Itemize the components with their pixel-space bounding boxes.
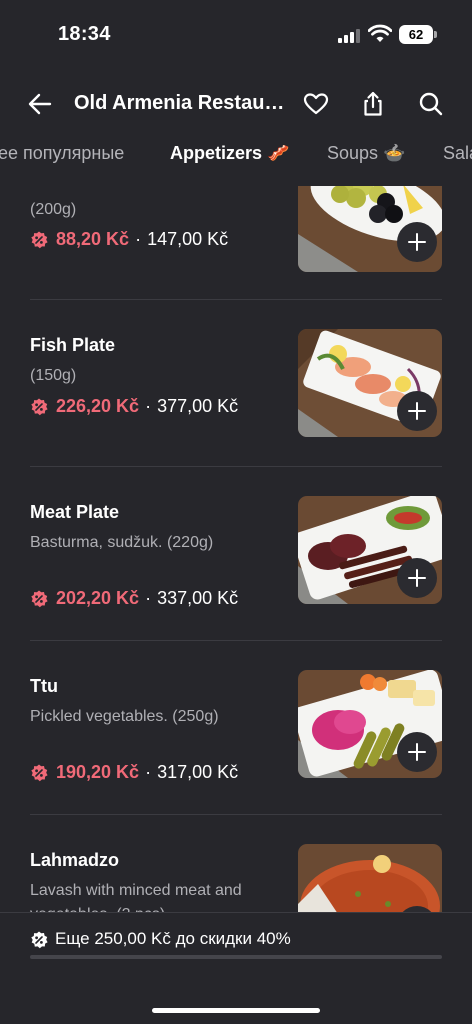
tab-appetizers[interactable]: Appetizers 🥓 (170, 143, 289, 164)
tab-salads[interactable]: Sala (443, 143, 472, 164)
menu-item-fish-plate[interactable]: Fish Plate (150g) 226,20 Kč · 377,00 Kč (0, 300, 472, 467)
add-to-cart-button[interactable] (397, 222, 437, 262)
menu-item-list: (200g) 88,20 Kč · 147,00 Kč Fish Plate (… (0, 186, 472, 912)
price-separator: · (145, 762, 152, 782)
menu-item-ttu[interactable]: Ttu Pickled vegetables. (250g) 190,20 Kč… (0, 641, 472, 815)
menu-item-name: Ttu (30, 676, 58, 696)
menu-item-olives[interactable]: (200g) 88,20 Kč · 147,00 Kč (0, 186, 472, 300)
lahmadzo-image (298, 844, 442, 912)
battery-indicator: 62 (399, 25, 433, 44)
discounted-price: 88,20 Kč (56, 229, 130, 249)
menu-item-name: Lahmadzo (30, 850, 120, 870)
discount-progress-text: Еще 250,00 Kč до скидки 40% (55, 929, 291, 948)
price-separator: · (145, 588, 152, 608)
menu-item-name: Fish Plate (30, 335, 116, 355)
home-indicator[interactable] (152, 1008, 320, 1013)
tab-soups[interactable]: Soups 🍲 (327, 143, 405, 164)
original-price: 337,00 Kč (157, 588, 239, 608)
add-to-cart-button[interactable] (397, 732, 437, 772)
share-icon[interactable] (359, 90, 387, 118)
tab-popular[interactable]: ее популярные (0, 143, 124, 164)
menu-item-description: Basturma, sudžuk. (220g) (30, 534, 214, 551)
menu-item-price-row: 88,20 Kč · 147,00 Kč (30, 229, 228, 250)
discount-icon (31, 231, 48, 248)
discount-icon (31, 398, 48, 415)
back-arrow-icon[interactable] (26, 90, 54, 118)
price-separator: · (135, 229, 142, 249)
battery-tip (434, 31, 437, 38)
wifi-icon (368, 24, 392, 42)
discount-icon (31, 764, 48, 781)
category-tabs: ее популярные Appetizers 🥓 Soups 🍲 Sala (0, 130, 472, 178)
status-bar: 18:34 62 (0, 0, 472, 70)
menu-item-description: Lavash with minced meat and vegetables. … (30, 882, 242, 912)
original-price: 377,00 Kč (157, 396, 239, 416)
discounted-price: 202,20 Kč (56, 588, 140, 608)
discount-icon (31, 931, 48, 949)
menu-item-price-row: 226,20 Kč · 377,00 Kč (30, 396, 238, 417)
menu-item-price-row: 190,20 Kč · 317,00 Kč (30, 762, 238, 783)
heart-icon[interactable] (302, 90, 330, 118)
menu-item-description: (150g) (30, 367, 77, 384)
status-time: 18:34 (58, 23, 111, 45)
discount-icon (31, 590, 48, 607)
price-separator: · (145, 396, 152, 416)
original-price: 317,00 Kč (157, 762, 239, 782)
cellular-signal-icon (338, 27, 360, 43)
discounted-price: 226,20 Kč (56, 396, 140, 416)
add-to-cart-button[interactable] (397, 558, 437, 598)
search-icon[interactable] (417, 90, 445, 118)
restaurant-header: Old Armenia Restaurant (0, 80, 472, 130)
menu-item-description: (200g) (30, 201, 77, 218)
restaurant-title: Old Armenia Restaurant (74, 92, 286, 114)
menu-item-lahmadzo[interactable]: Lahmadzo Lavash with minced meat and veg… (0, 815, 472, 912)
add-to-cart-button[interactable] (397, 391, 437, 431)
menu-item-price-row: 202,20 Kč · 337,00 Kč (30, 588, 238, 609)
menu-item-meat-plate[interactable]: Meat Plate Basturma, sudžuk. (220g) 202,… (0, 467, 472, 641)
menu-item-description: Pickled vegetables. (250g) (30, 708, 219, 725)
discount-progress-track (30, 955, 442, 959)
original-price: 147,00 Kč (147, 229, 229, 249)
discounted-price: 190,20 Kč (56, 762, 140, 782)
menu-item-name: Meat Plate (30, 502, 120, 522)
